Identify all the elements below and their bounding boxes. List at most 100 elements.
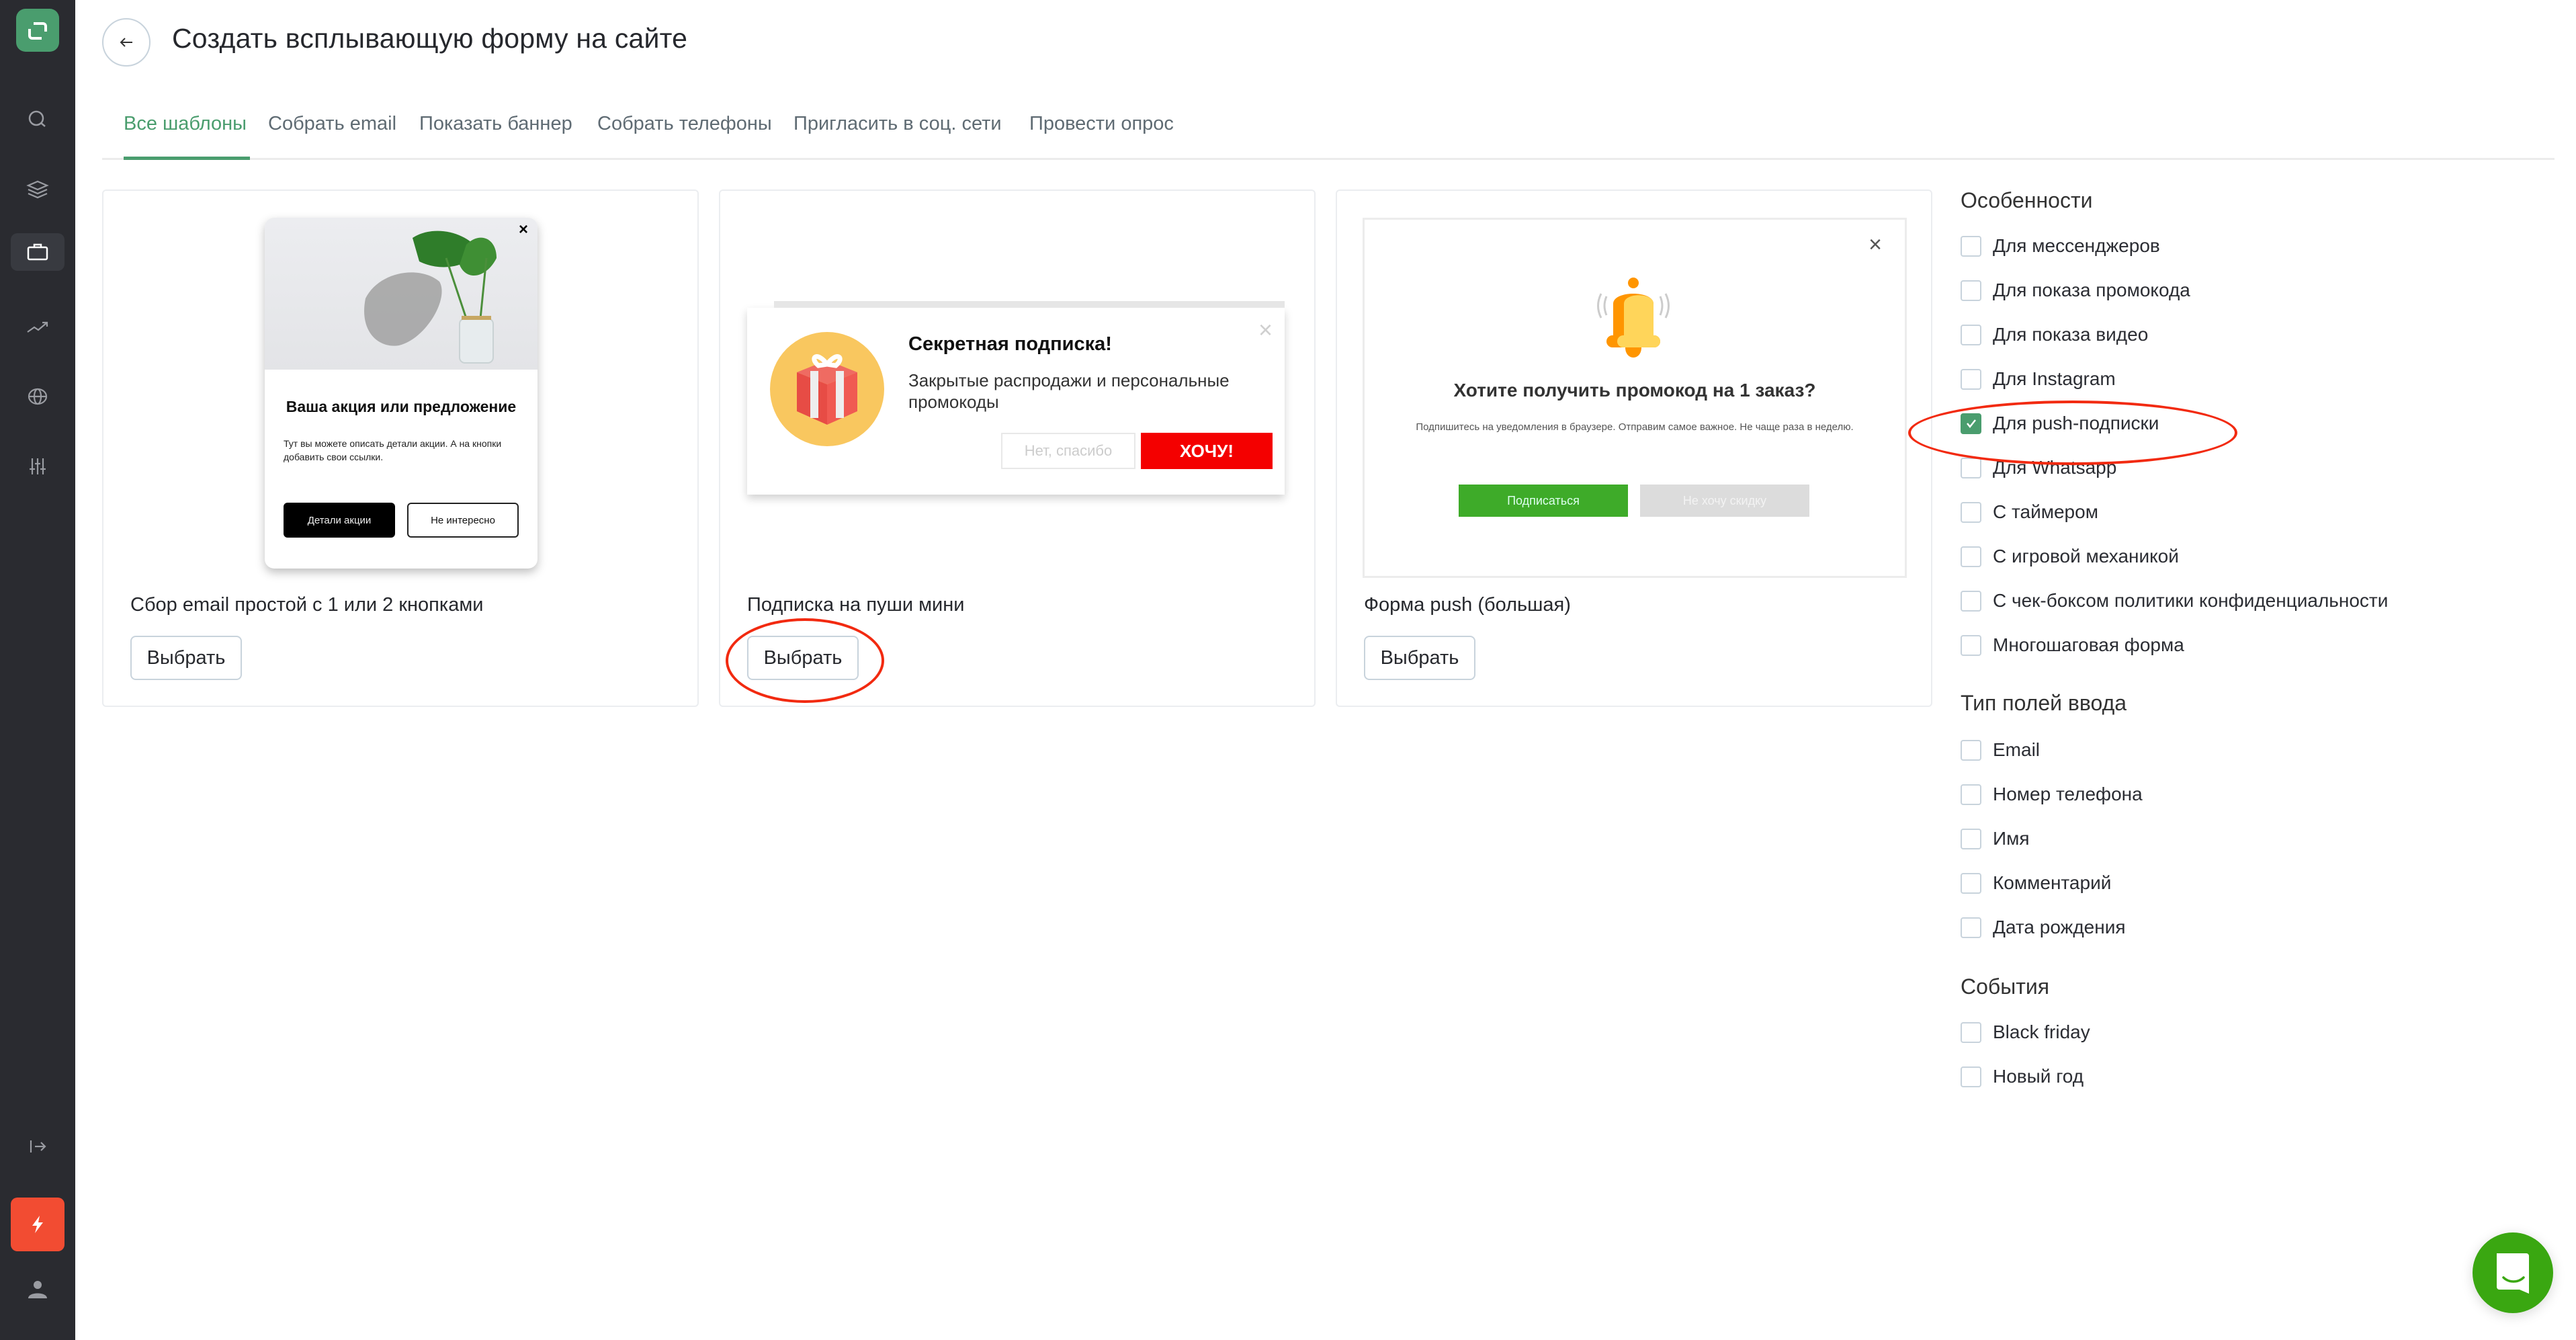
sidebar-item-sites[interactable] [11, 378, 65, 415]
checkbox[interactable] [1961, 546, 1981, 567]
close-icon: × [1869, 232, 1882, 257]
filter-label: Для Whatsapp [1993, 457, 2117, 478]
layers-icon [26, 180, 49, 199]
filter-checkbox-push[interactable]: Для push-подписки [1961, 410, 2159, 437]
template-tabs: Все шаблоны Собрать email Показать банне… [102, 106, 2554, 160]
preview-top-bar [774, 301, 1285, 308]
filter-checkbox[interactable]: С игровой механикой [1961, 543, 2179, 570]
sidebar-item-profile[interactable] [11, 1270, 65, 1308]
tab-all-templates[interactable]: Все шаблоны [124, 113, 247, 135]
sidebar-item-layers[interactable] [11, 171, 65, 209]
filter-checkbox[interactable]: Для мессенджеров [1961, 233, 2160, 259]
template-preview[interactable]: × Ваша акция или предложение Тут вы може… [265, 218, 538, 569]
plant-image: × [265, 218, 538, 370]
checkbox[interactable] [1961, 501, 1981, 523]
select-template-button[interactable]: Выбрать [747, 636, 859, 680]
filter-label: Дата рождения [1993, 917, 2126, 937]
bolt-icon [32, 1216, 43, 1233]
chat-widget-button[interactable] [2473, 1232, 2553, 1313]
checkbox[interactable] [1961, 739, 1981, 761]
user-icon [28, 1281, 47, 1298]
sidebar-item-settings[interactable] [11, 448, 65, 485]
filter-group-title: События [1961, 974, 2050, 999]
filter-checkbox[interactable]: Новый год [1961, 1063, 2084, 1090]
filter-checkbox[interactable]: Email [1961, 737, 2040, 763]
filter-label: Комментарий [1993, 872, 2112, 893]
checkbox[interactable] [1961, 235, 1981, 257]
filter-checkbox[interactable]: Для Instagram [1961, 366, 2116, 392]
filter-checkbox[interactable]: Дата рождения [1961, 914, 2126, 941]
filter-checkbox[interactable]: Многошаговая форма [1961, 632, 2184, 659]
checkbox[interactable] [1961, 280, 1981, 301]
filter-checkbox[interactable]: Для Whatsapp [1961, 454, 2116, 481]
arrow-left-icon [120, 38, 132, 47]
back-button[interactable] [102, 18, 151, 67]
select-template-button[interactable]: Выбрать [130, 636, 242, 680]
checkbox[interactable] [1961, 1066, 1981, 1087]
checkbox[interactable] [1961, 784, 1981, 805]
template-card: × Хотите получить промокод на 1 заказ? П… [1336, 190, 1932, 707]
sidebar-item-bolt[interactable] [11, 1198, 65, 1251]
template-title: Сбор email простой с 1 или 2 кнопками [130, 594, 484, 616]
sliders-icon [30, 458, 46, 474]
chat-icon [2497, 1253, 2529, 1294]
checkbox[interactable] [1961, 590, 1981, 612]
filter-label: Имя [1993, 828, 2030, 849]
filter-checkbox[interactable]: С таймером [1961, 499, 2098, 526]
preview-text: Закрытые распродажи и персональные промо… [908, 370, 1230, 412]
filter-checkbox[interactable]: Комментарий [1961, 870, 2111, 896]
filter-checkbox[interactable]: Black friday [1961, 1019, 2090, 1046]
checkbox[interactable] [1961, 457, 1981, 478]
close-icon: × [518, 220, 528, 239]
checkbox[interactable] [1961, 828, 1981, 849]
select-template-button[interactable]: Выбрать [1364, 636, 1475, 680]
filter-label: Для показа промокода [1993, 280, 2190, 300]
template-title: Подписка на пуши мини [747, 594, 965, 616]
filter-label: С таймером [1993, 501, 2098, 522]
briefcase-icon [27, 243, 48, 261]
filter-label: Для показа видео [1993, 324, 2149, 345]
template-card: × Ваша акция или предложение Тут вы може… [102, 190, 699, 707]
checkbox[interactable] [1961, 917, 1981, 938]
check-icon [1966, 419, 1976, 429]
tab-collect-email[interactable]: Собрать email [268, 113, 396, 135]
template-preview[interactable]: × Хотите получить промокод на 1 заказ? П… [1363, 218, 1907, 578]
filter-checkbox[interactable]: Имя [1961, 825, 2030, 852]
preview-secondary-button: Нет, спасибо [1001, 433, 1135, 469]
checkbox[interactable] [1961, 872, 1981, 894]
tab-show-banner[interactable]: Показать баннер [419, 113, 572, 135]
preview-text: Тут вы можете описать детали акции. А на… [284, 438, 502, 462]
filter-label: С чек-боксом политики конфиденциальности [1993, 590, 2389, 611]
checkbox[interactable] [1961, 1021, 1981, 1043]
preview-heading: Хотите получить промокод на 1 заказ? [1453, 380, 1816, 401]
filter-label: Многошаговая форма [1993, 634, 2184, 655]
tab-invite-social[interactable]: Пригласить в соц. сети [793, 113, 1002, 135]
checkbox-checked[interactable] [1961, 413, 1981, 434]
sidebar-item-campaigns[interactable] [11, 233, 65, 271]
filter-checkbox[interactable]: С чек-боксом политики конфиденциальности [1961, 587, 2388, 614]
preview-heading: Ваша акция или предложение [286, 398, 517, 415]
checkbox[interactable] [1961, 368, 1981, 390]
tab-collect-phones[interactable]: Собрать телефоны [597, 113, 772, 135]
logout-icon [30, 1140, 46, 1153]
sidebar-item-analytics[interactable] [11, 308, 65, 345]
sidebar-item-search[interactable] [11, 101, 65, 138]
active-tab-indicator [124, 157, 250, 160]
preview-secondary-button: Не интересно [407, 503, 519, 538]
tab-run-survey[interactable]: Провести опрос [1029, 113, 1174, 135]
preview-primary-button: Подписаться [1459, 485, 1628, 517]
filter-checkbox[interactable]: Для показа промокода [1961, 277, 2190, 304]
sidebar-item-expand[interactable] [11, 1128, 65, 1165]
filter-label: Новый год [1993, 1066, 2084, 1087]
checkbox[interactable] [1961, 634, 1981, 656]
template-preview[interactable]: × Секретная подписка! Закрытые распродаж… [747, 301, 1285, 495]
search-icon [28, 110, 46, 127]
logo-icon [28, 22, 47, 40]
filter-checkbox[interactable]: Номер телефона [1961, 781, 2143, 808]
filter-checkbox[interactable]: Для показа видео [1961, 321, 2148, 348]
checkbox[interactable] [1961, 324, 1981, 345]
preview-text: Подпишитесь на уведомления в браузере. О… [1416, 421, 1854, 433]
app-logo[interactable] [16, 9, 59, 52]
preview-primary-button: Детали акции [284, 503, 395, 538]
sidebar [0, 0, 75, 1340]
